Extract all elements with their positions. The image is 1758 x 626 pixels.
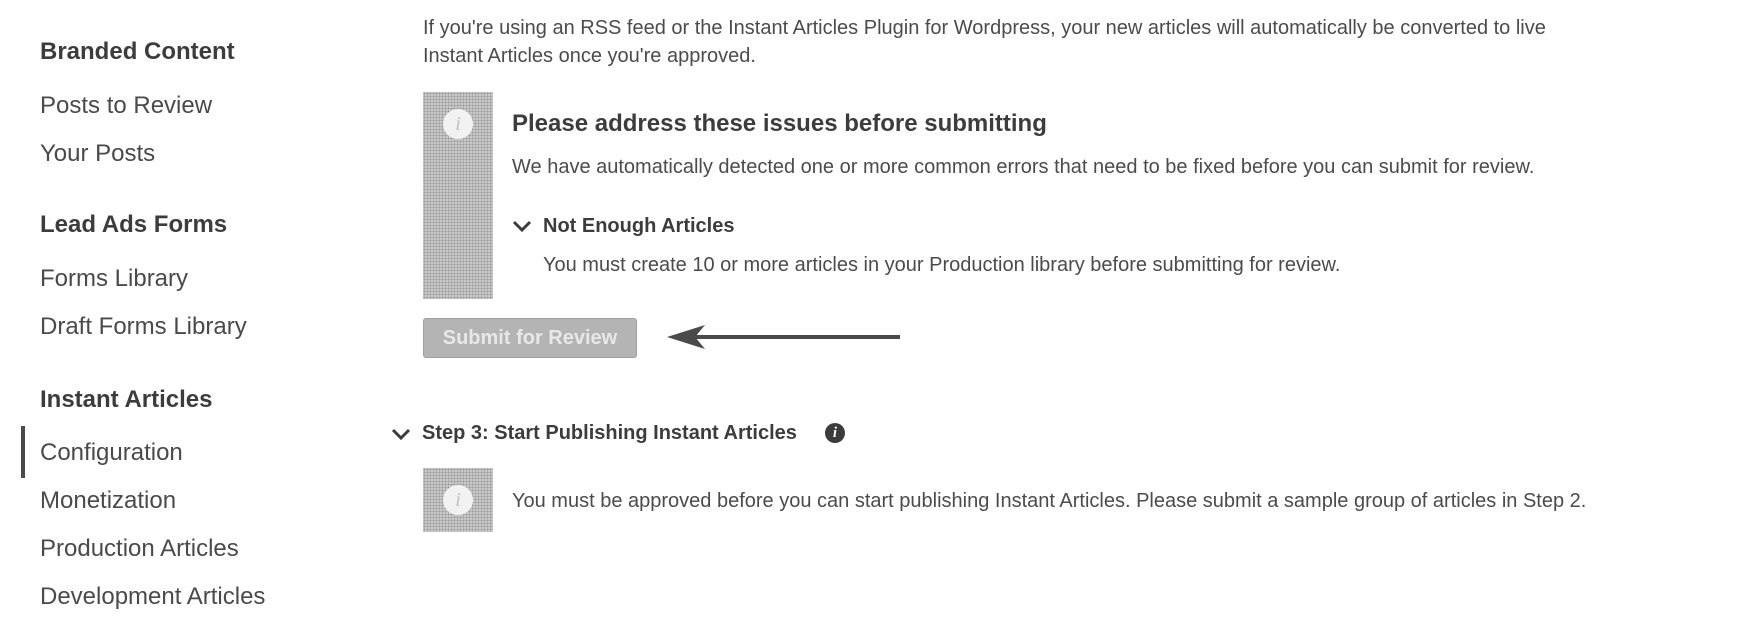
info-icon[interactable]: i <box>825 423 845 443</box>
chevron-down-icon[interactable] <box>390 423 412 445</box>
issues-description: We have automatically detected one or mo… <box>512 156 1535 178</box>
sidebar-item-configuration[interactable]: Configuration <box>40 439 183 467</box>
intro-text-line-2: Instant Articles once you're approved. <box>423 45 756 67</box>
info-strip: i <box>423 468 493 532</box>
sidebar-item-monetization[interactable]: Monetization <box>40 487 176 515</box>
sidebar-item-development-articles[interactable]: Development Articles <box>40 583 265 611</box>
arrow-pointer <box>667 325 900 349</box>
info-strip: i <box>423 92 493 299</box>
issues-title: Please address these issues before submi… <box>512 110 1047 137</box>
sidebar-item-posts-to-review[interactable]: Posts to Review <box>40 92 212 120</box>
intro-text-line-1: If you're using an RSS feed or the Insta… <box>423 17 1546 39</box>
sidebar-heading-branded-content: Branded Content <box>40 38 235 65</box>
sidebar-item-draft-forms-library[interactable]: Draft Forms Library <box>40 313 247 341</box>
issue-item-detail: You must create 10 or more articles in y… <box>543 254 1341 276</box>
step3-message: You must be approved before you can star… <box>512 490 1587 512</box>
chevron-down-icon[interactable] <box>511 215 533 237</box>
active-indicator <box>21 426 25 478</box>
sidebar-item-forms-library[interactable]: Forms Library <box>40 265 188 293</box>
sidebar-nav: Branded Content Posts to Review Your Pos… <box>0 0 360 626</box>
info-icon: i <box>443 485 473 515</box>
step3-title[interactable]: Step 3: Start Publishing Instant Article… <box>422 422 797 445</box>
issue-item-title[interactable]: Not Enough Articles <box>543 215 734 238</box>
submit-for-review-button[interactable]: Submit for Review <box>423 318 637 358</box>
sidebar-item-production-articles[interactable]: Production Articles <box>40 535 239 563</box>
sidebar-heading-instant-articles: Instant Articles <box>40 386 213 413</box>
sidebar-heading-lead-ads-forms: Lead Ads Forms <box>40 211 228 238</box>
sidebar-item-your-posts[interactable]: Your Posts <box>40 140 155 168</box>
info-icon: i <box>443 109 473 139</box>
